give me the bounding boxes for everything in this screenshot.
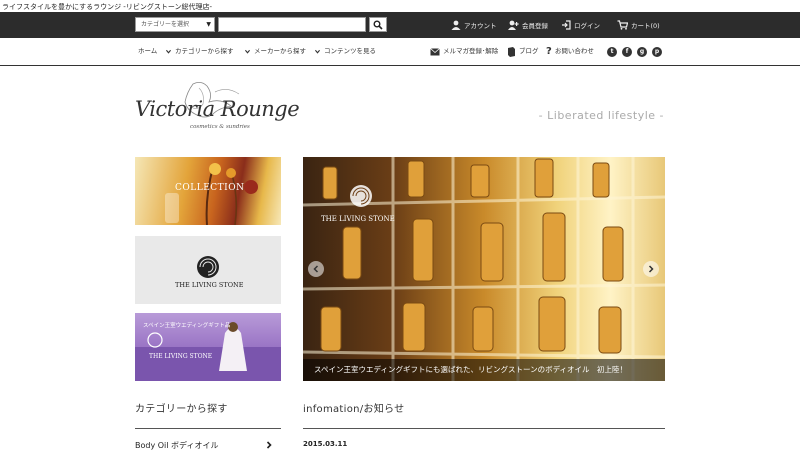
chevron-right-icon <box>648 265 654 273</box>
chevron-down-icon <box>166 49 171 54</box>
chevron-right-icon <box>266 441 272 449</box>
search-button[interactable] <box>369 17 387 32</box>
facebook-icon[interactable]: f <box>622 47 632 57</box>
cart-icon <box>617 20 628 30</box>
login-link[interactable]: ログイン <box>561 20 600 30</box>
search-input[interactable] <box>218 17 366 32</box>
twitter-icon[interactable]: t <box>607 47 617 57</box>
question-icon: ? <box>546 46 552 57</box>
chevron-down-icon <box>245 49 250 54</box>
dropdown-arrow-icon: ▼ <box>206 21 211 28</box>
category-item[interactable]: Body Oil ボディオイル <box>135 440 218 451</box>
nav-contents[interactable]: コンテンツを見る <box>315 38 376 65</box>
category-select-label: カテゴリーを選択 <box>141 21 190 28</box>
nav-home[interactable]: ホーム <box>138 38 157 65</box>
nav-blog[interactable]: ブログ <box>507 38 539 65</box>
hero-caption: スペイン王室ウエディングギフトにも選ばれた、リビングストーンのボディオイル 初上… <box>303 359 665 381</box>
register-link[interactable]: 会員登録 <box>508 20 548 30</box>
wedding-banner[interactable]: スペイン王室ウエディングギフト品 THE LIVING STONE <box>135 313 281 381</box>
slider-next-button[interactable] <box>643 261 659 277</box>
add-user-icon <box>508 20 519 30</box>
main-nav: ホーム カテゴリーから探す メーカーから探す コンテンツを見る メルマガ登録･解… <box>0 38 800 66</box>
hero-brand: THE LIVING STONE <box>321 215 395 223</box>
hero-slider[interactable]: THE LIVING STONE スペイン王室ウエディングギフトにも選ばれた、リ… <box>303 157 665 381</box>
living-stone-banner[interactable]: THE LIVING STONE <box>135 236 281 304</box>
chevron-down-icon <box>315 49 320 54</box>
living-stone-label: THE LIVING STONE <box>175 281 244 289</box>
nav-by-maker[interactable]: メーカーから探す <box>245 38 306 65</box>
site-logo[interactable]: Victoria Rounge cosmetics & sundries <box>135 80 300 140</box>
collection-banner[interactable]: COLLECTION <box>135 157 281 225</box>
pinterest-icon[interactable]: p <box>652 47 662 57</box>
mail-icon <box>430 47 440 55</box>
book-icon <box>508 46 515 57</box>
cart-link[interactable]: カート(0) <box>617 20 660 30</box>
logo-subtitle: cosmetics & sundries <box>190 124 250 130</box>
login-icon <box>562 20 571 30</box>
nav-by-category[interactable]: カテゴリーから探す <box>166 38 234 65</box>
news-section-title: infomation/お知らせ <box>303 404 405 415</box>
news-divider <box>303 428 665 429</box>
wedding-brand: THE LIVING STONE <box>149 353 213 360</box>
collection-label: COLLECTION <box>175 183 245 193</box>
account-link[interactable]: アカウント <box>451 20 497 30</box>
user-icon <box>451 20 461 30</box>
hero-shell-logo-icon <box>350 185 372 207</box>
nav-newsletter[interactable]: メルマガ登録･解除 <box>430 38 498 65</box>
googleplus-icon[interactable]: g <box>637 47 647 57</box>
category-section-title: カテゴリーから探す <box>135 404 228 415</box>
top-bar: カテゴリーを選択 ▼ アカウント 会員登録 ログイン カート(0) <box>0 12 800 38</box>
search-icon <box>373 20 383 30</box>
news-date: 2015.03.11 <box>303 440 348 448</box>
slogan: - Liberated lifestyle - <box>538 109 664 122</box>
chevron-left-icon <box>313 265 319 273</box>
category-divider <box>135 428 281 429</box>
category-select[interactable]: カテゴリーを選択 ▼ <box>135 17 215 32</box>
wedding-title: スペイン王室ウエディングギフト品 <box>143 323 231 329</box>
nav-contact[interactable]: ? お問い合わせ <box>546 38 594 65</box>
slider-prev-button[interactable] <box>308 261 324 277</box>
logo-name: Victoria Rounge <box>135 97 300 121</box>
shell-logo-icon <box>197 256 219 278</box>
